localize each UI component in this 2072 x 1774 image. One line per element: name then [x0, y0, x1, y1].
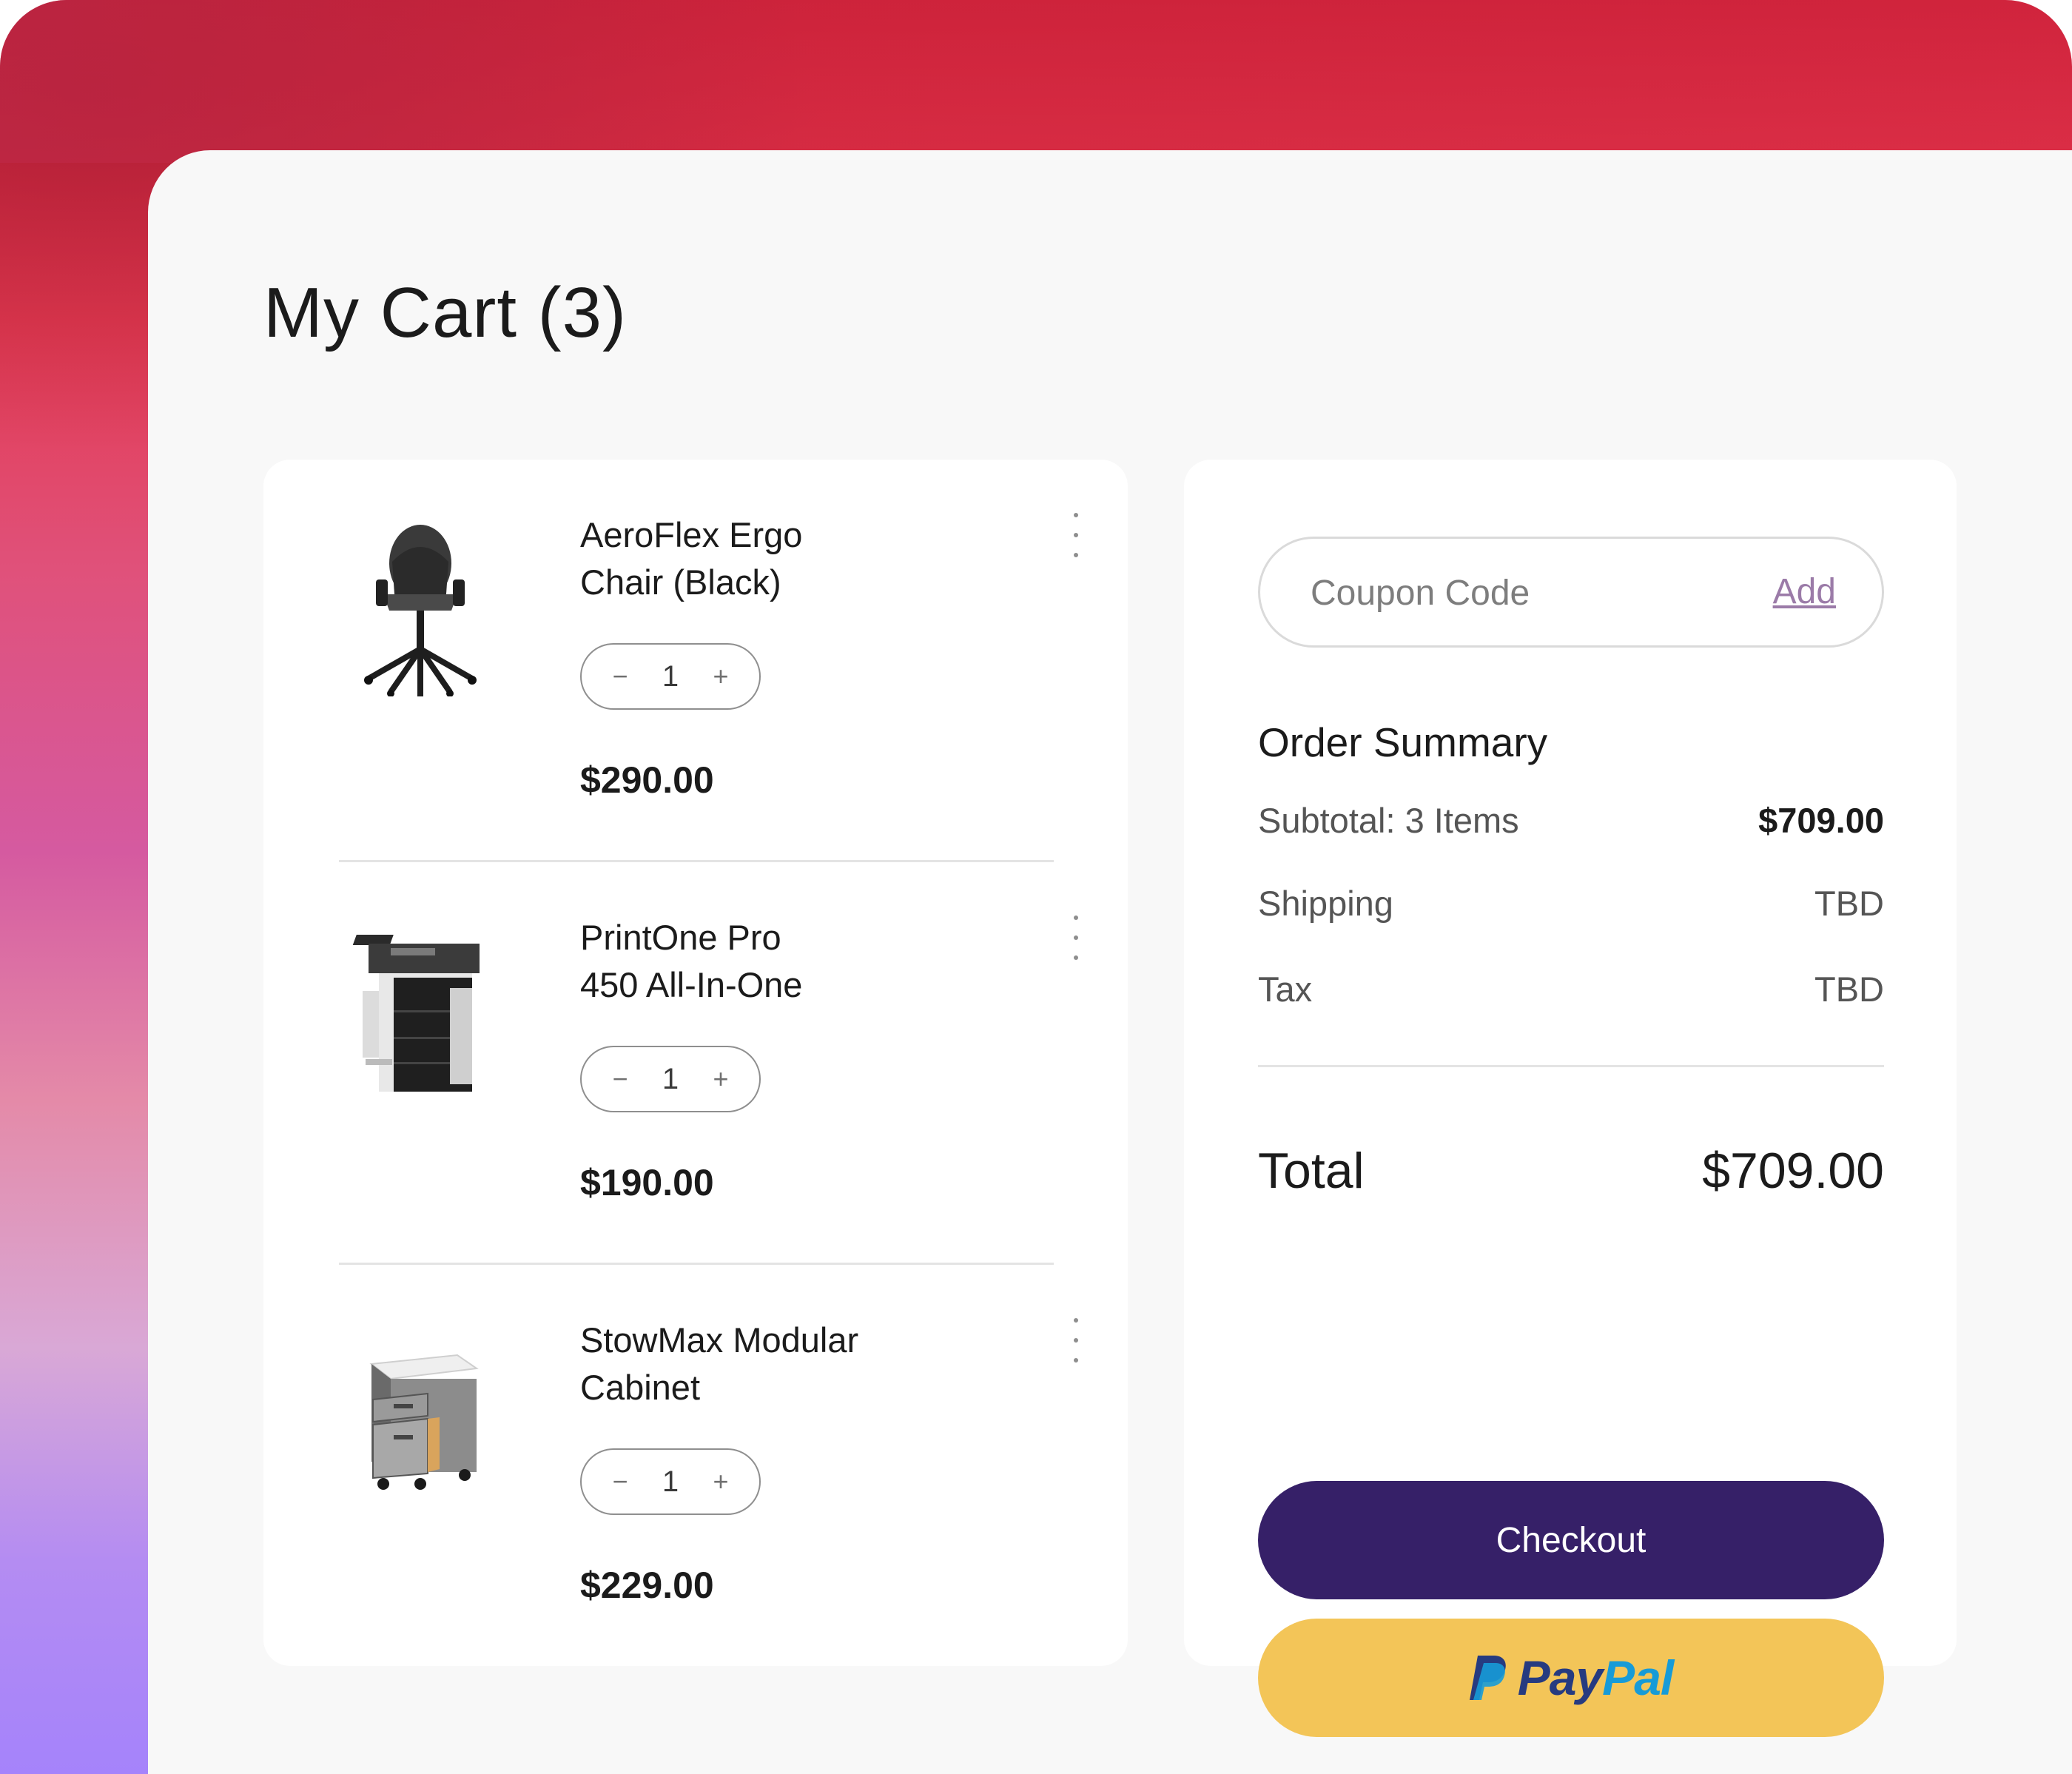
increment-button[interactable]: +	[707, 661, 734, 692]
total-label: Total	[1258, 1143, 1365, 1199]
decrement-button[interactable]: −	[607, 1466, 633, 1497]
quantity-stepper: − 1 +	[580, 1046, 761, 1112]
quantity-value: 1	[662, 1465, 679, 1498]
coupon-add-link[interactable]: Add	[1773, 571, 1836, 612]
item-name-line1: AeroFlex Ergo	[580, 515, 803, 554]
printer-image	[352, 935, 480, 1092]
cabinet-image	[369, 1354, 479, 1490]
quantity-stepper: − 1 +	[580, 1448, 761, 1515]
item-name-line2: Cabinet	[580, 1368, 700, 1407]
item-name[interactable]: AeroFlex Ergo Chair (Black)	[580, 511, 965, 606]
cart-window: My Cart (3) AeroFlex Ergo Chair (Black)	[148, 150, 2072, 1774]
tax-row: Tax TBD	[1258, 969, 1884, 1009]
quantity-value: 1	[662, 659, 679, 693]
tax-label: Tax	[1258, 970, 1313, 1009]
item-name[interactable]: PrintOne Pro 450 All-In-One	[580, 914, 965, 1009]
subtotal-row: Subtotal: 3 Items $709.00	[1258, 800, 1884, 841]
paypal-logo-icon	[1469, 1656, 1506, 1700]
subtotal-value: $709.00	[1758, 801, 1884, 840]
paypal-button[interactable]: PayPal	[1258, 1619, 1884, 1737]
total-value: $709.00	[1702, 1143, 1884, 1199]
item-name[interactable]: StowMax Modular Cabinet	[580, 1317, 965, 1411]
item-name-line2: 450 All-In-One	[580, 965, 803, 1004]
decrement-button[interactable]: −	[607, 661, 633, 692]
item-name-line2: Chair (Black)	[580, 562, 781, 602]
order-summary-heading: Order Summary	[1258, 719, 1548, 765]
item-more-options-icon[interactable]	[1069, 513, 1083, 557]
shipping-label: Shipping	[1258, 884, 1393, 923]
cart-item: AeroFlex Ergo Chair (Black) − 1 + $290.0…	[339, 460, 1078, 862]
page-title: My Cart (3)	[263, 273, 627, 352]
item-name-line1: PrintOne Pro	[580, 918, 781, 957]
shipping-row: Shipping TBD	[1258, 883, 1884, 924]
item-name-line1: StowMax Modular	[580, 1320, 859, 1360]
cart-item: PrintOne Pro 450 All-In-One − 1 + $190.0…	[339, 862, 1078, 1265]
increment-button[interactable]: +	[707, 1466, 734, 1497]
cart-items-panel: AeroFlex Ergo Chair (Black) − 1 + $290.0…	[263, 460, 1128, 1666]
tax-value: TBD	[1814, 970, 1884, 1009]
item-price: $229.00	[580, 1565, 714, 1606]
coupon-field: Add	[1258, 537, 1884, 648]
quantity-stepper: − 1 +	[580, 643, 761, 710]
checkout-button[interactable]: Checkout	[1258, 1481, 1884, 1599]
shipping-value: TBD	[1814, 884, 1884, 923]
office-chair-image	[364, 525, 477, 696]
decrement-button[interactable]: −	[607, 1064, 633, 1095]
order-summary-panel: Add Order Summary Subtotal: 3 Items $709…	[1184, 460, 1957, 1737]
item-price: $290.00	[580, 759, 714, 801]
coupon-input[interactable]	[1309, 561, 1726, 625]
increment-button[interactable]: +	[707, 1064, 734, 1095]
item-price: $190.00	[580, 1162, 714, 1203]
quantity-value: 1	[662, 1062, 679, 1095]
item-more-options-icon[interactable]	[1069, 915, 1083, 960]
cart-item: StowMax Modular Cabinet − 1 + $229.00	[339, 1265, 1078, 1667]
paypal-wordmark: PayPal	[1517, 1650, 1675, 1705]
total-row: Total $709.00	[1258, 1142, 1884, 1200]
item-more-options-icon[interactable]	[1069, 1318, 1083, 1363]
summary-divider	[1258, 1065, 1884, 1067]
subtotal-label: Subtotal: 3 Items	[1258, 801, 1519, 840]
